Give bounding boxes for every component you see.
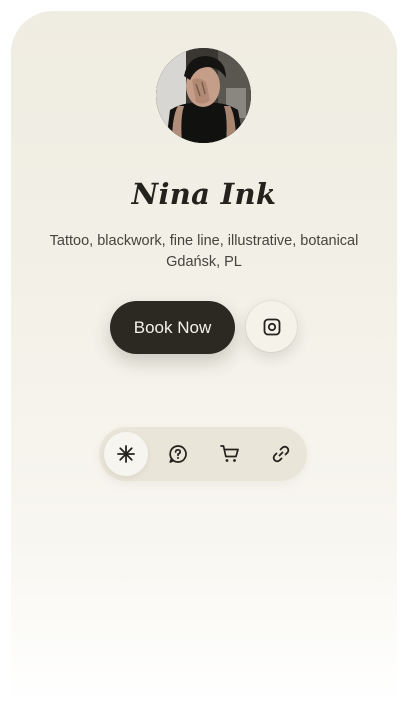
avatar (156, 48, 251, 143)
asterisk-icon (117, 445, 135, 463)
book-now-button[interactable]: Book Now (110, 301, 235, 354)
nav-item-faq[interactable] (156, 432, 200, 476)
profile-card: Nina Ink Tattoo, blackwork, fine line, i… (11, 11, 397, 704)
link-icon (272, 445, 290, 463)
nav-item-links[interactable] (259, 432, 303, 476)
bio-text: Tattoo, blackwork, fine line, illustrati… (49, 233, 359, 249)
profile-photo (156, 48, 251, 143)
instagram-icon (263, 318, 280, 335)
profile-name: Nina Ink (131, 177, 277, 211)
instagram-button[interactable] (246, 301, 297, 352)
cart-icon (220, 445, 239, 462)
bottom-nav (99, 427, 307, 481)
nav-item-home[interactable] (104, 432, 148, 476)
question-bubble-icon (169, 445, 187, 463)
nav-item-shop[interactable] (208, 432, 252, 476)
location-text: Gdańsk, PL (166, 254, 242, 270)
profile-bio: Tattoo, blackwork, fine line, illustrati… (11, 231, 397, 273)
